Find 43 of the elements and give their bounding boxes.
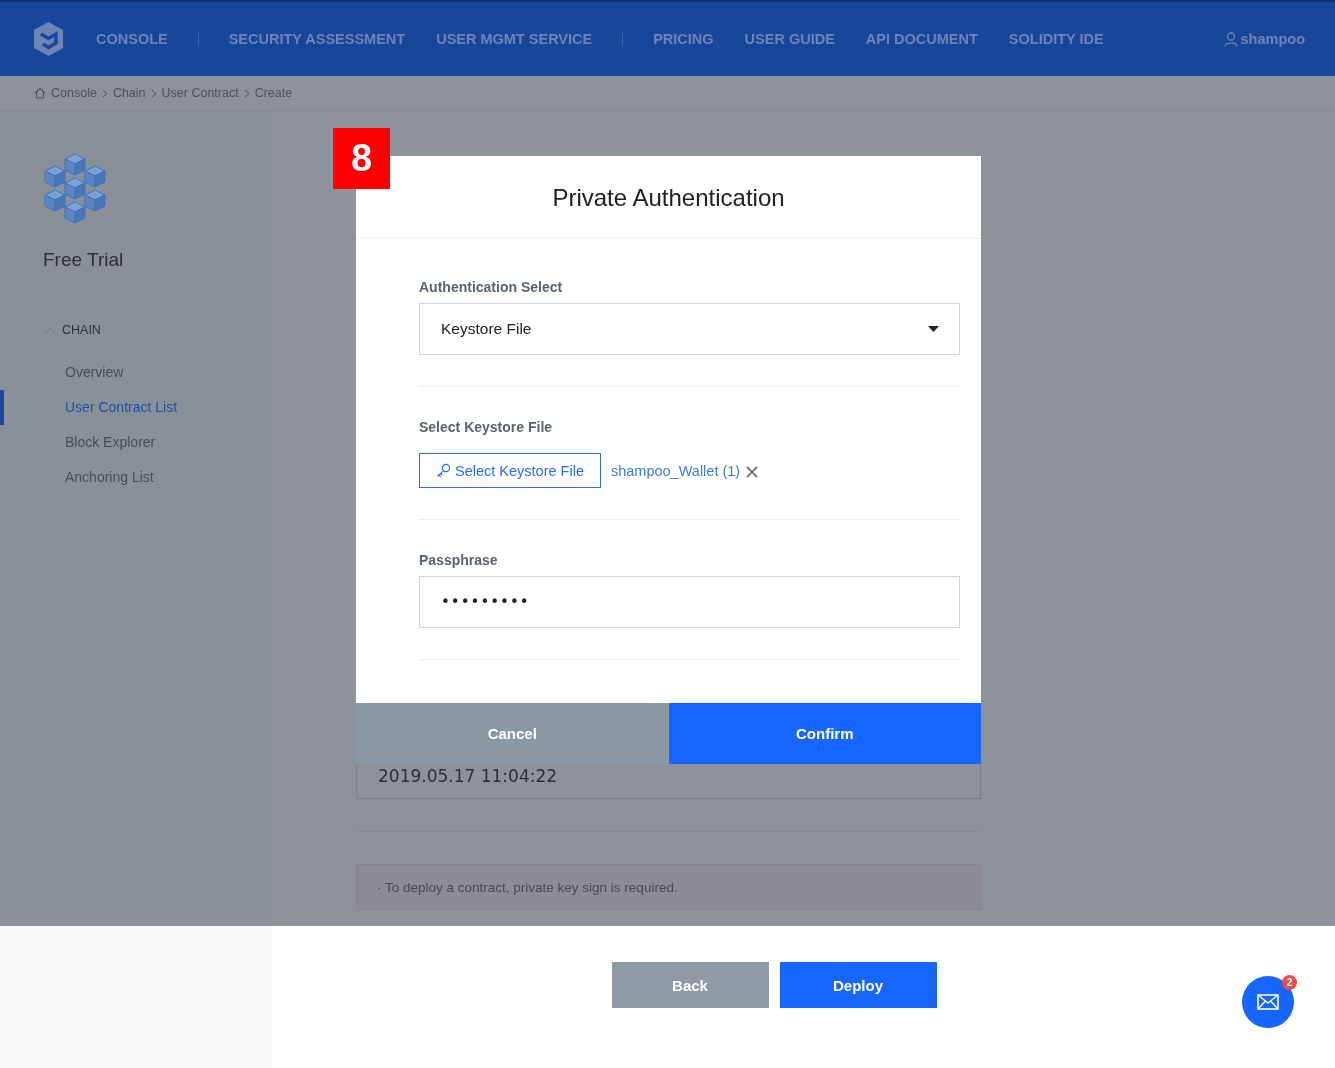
sidebar-item[interactable]: Block Explorer — [0, 425, 272, 460]
close-icon[interactable] — [746, 466, 759, 478]
sidebar-item[interactable]: User Contract List — [0, 390, 272, 425]
nav-link[interactable]: API DOCUMENT — [865, 31, 978, 47]
envelope-icon — [1257, 994, 1279, 1010]
nav-link[interactable]: USER GUIDE — [744, 31, 835, 47]
section-label[interactable]: CHAIN — [62, 323, 101, 337]
nav-link[interactable]: SECURITY ASSESSMENT — [228, 31, 406, 47]
notice-text: · To deploy a contract, private key sign is required. — [356, 864, 981, 910]
field-label: Authentication Select — [419, 279, 564, 295]
passphrase-field[interactable]: ••••••••• — [419, 576, 960, 628]
breadcrumb-link[interactable]: User Contract — [161, 86, 239, 100]
caret-icon — [928, 326, 939, 332]
count-badge: 2 — [1282, 975, 1297, 990]
plan-title: Free Trial — [43, 249, 125, 271]
sidebar-item[interactable]: Anchoring List — [0, 460, 272, 495]
select-file-button[interactable]: Select Keystore File — [419, 453, 601, 488]
field-label: Passphrase — [419, 552, 499, 568]
sidebar-item[interactable]: Overview — [0, 355, 272, 390]
chevron-icon — [150, 88, 157, 98]
file-name: shampoo_Wallet (1) — [610, 462, 741, 479]
nav-link[interactable]: PRICING — [653, 31, 714, 47]
nav-link[interactable]: USER MGMT SERVICE — [436, 31, 593, 47]
cancel-button[interactable]: Cancel — [356, 703, 669, 764]
confirm-button[interactable]: Confirm — [668, 703, 981, 764]
select-field[interactable]: Keystore File — [419, 303, 960, 355]
chevron-up-icon[interactable] — [44, 326, 56, 334]
key-icon — [436, 463, 451, 478]
logo-icon[interactable] — [32, 21, 65, 57]
user-icon — [1223, 31, 1238, 47]
home-icon[interactable] — [34, 87, 46, 99]
user-menu[interactable]: shampoo — [1223, 31, 1305, 47]
back-button[interactable]: Back — [611, 962, 769, 1008]
chevron-icon — [101, 88, 108, 98]
message-button[interactable] — [1242, 976, 1294, 1028]
field-label: Select Keystore File — [419, 419, 554, 435]
breadcrumb-link[interactable]: Console — [51, 86, 97, 100]
deploy-button[interactable]: Deploy — [779, 962, 937, 1008]
breadcrumb-link[interactable]: Chain — [112, 86, 146, 100]
nav-link[interactable]: SOLIDITY IDE — [1008, 31, 1104, 47]
nav-link[interactable]: CONSOLE — [96, 31, 168, 47]
chevron-icon — [243, 88, 250, 98]
breadcrumb-link[interactable]: Create — [254, 86, 293, 100]
